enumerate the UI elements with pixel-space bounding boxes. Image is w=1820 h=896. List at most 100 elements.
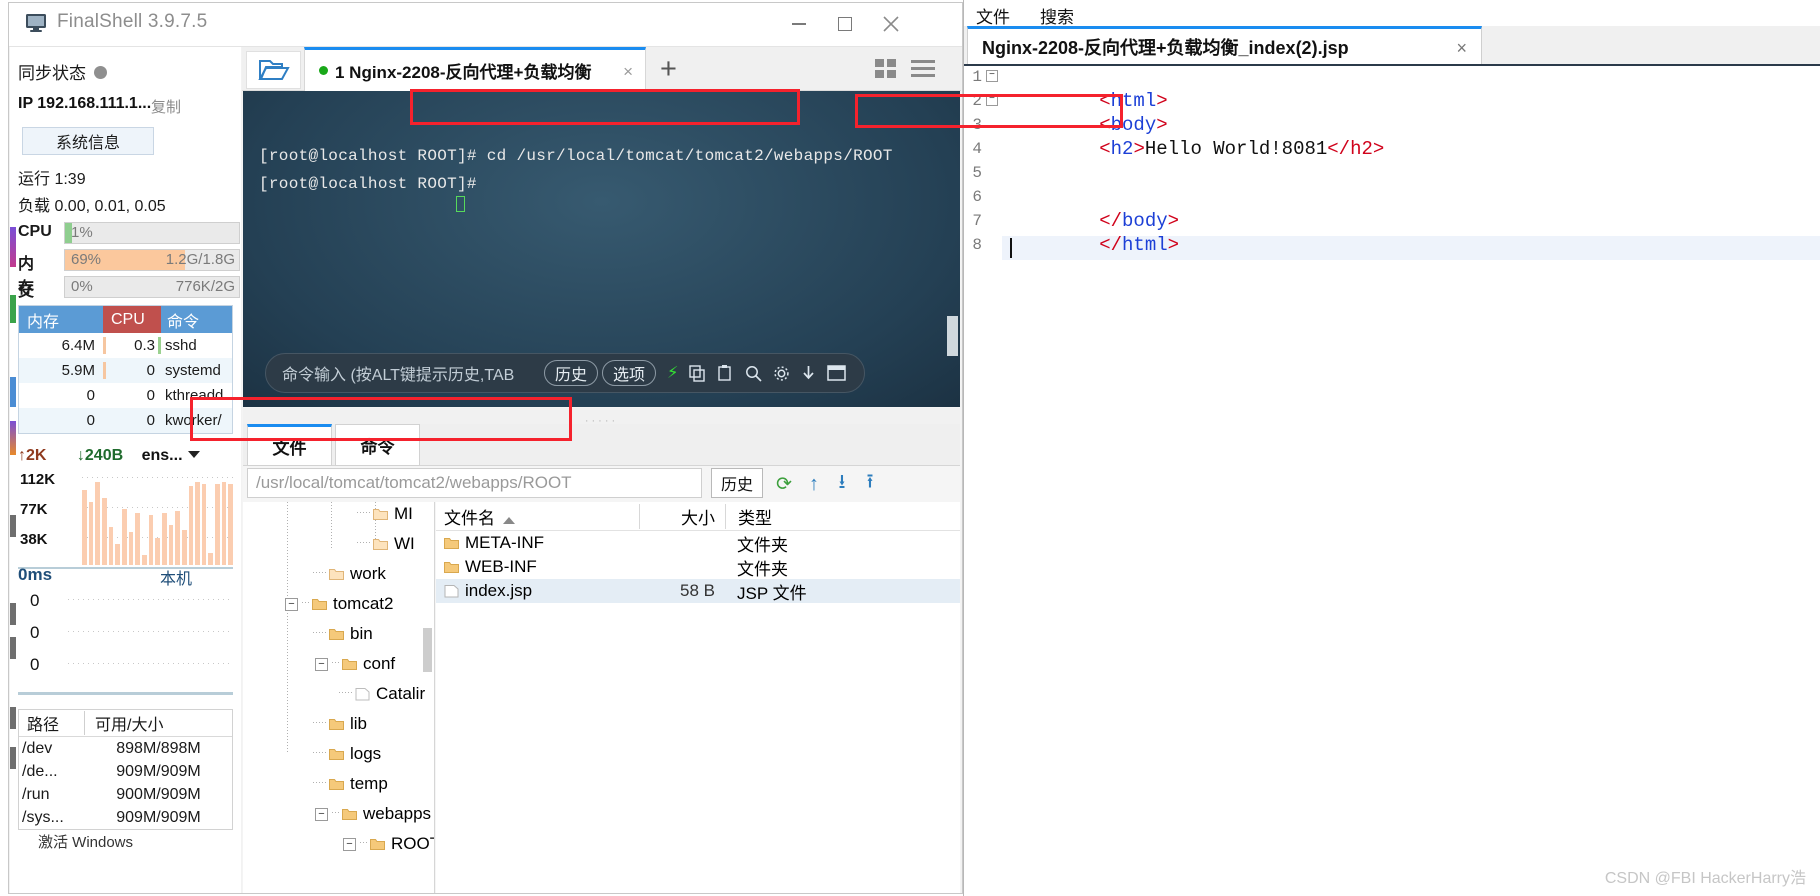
tree-expander[interactable]: − (315, 657, 328, 671)
file-list: 文件名 大小 类型 META-INF 文件夹 WEB-INF 文件夹 index… (436, 502, 960, 893)
tree-node[interactable]: lib (313, 714, 367, 734)
process-col-memory[interactable]: 内存 (19, 306, 103, 333)
upload-arrow-icon[interactable]: ↑ (803, 473, 825, 495)
minimize-button[interactable] (776, 3, 822, 45)
tab-commands[interactable]: 命令 (335, 424, 420, 466)
table-row[interactable]: /run 900M/909M (19, 783, 232, 806)
tree-expander[interactable]: − (285, 597, 298, 611)
uptime-label: 运行 1:39 (18, 171, 86, 188)
tab-files[interactable]: 文件 (247, 424, 332, 466)
list-layout-icon[interactable] (911, 59, 935, 79)
open-folder-button[interactable] (246, 51, 301, 89)
options-chip-button[interactable]: 选项 (602, 360, 657, 386)
tree-node[interactable]: temp (313, 774, 388, 794)
folder-icon (370, 838, 385, 850)
tree-node[interactable]: Catalir (339, 684, 425, 704)
table-row[interactable]: /sys... 909M/909M (19, 806, 232, 829)
tree-node-label: bin (350, 624, 373, 643)
tree-node-label: MI (394, 504, 413, 523)
grid-layout-icon[interactable] (875, 59, 897, 79)
tree-node[interactable]: work (313, 564, 386, 584)
process-memory: 0 (86, 412, 95, 429)
bolt-icon[interactable]: ⚡ (667, 363, 678, 383)
file-col-size[interactable]: 大小 (639, 503, 725, 529)
sync-status-dot (94, 66, 107, 79)
list-item[interactable]: WEB-INF 文件夹 (436, 555, 960, 579)
terminal-scrollbar[interactable] (947, 316, 958, 356)
gear-icon[interactable] (773, 365, 790, 382)
window-icon[interactable] (827, 365, 847, 381)
ping-y-label: 0 (30, 623, 40, 642)
table-row[interactable]: 6.4M 0.3 sshd (19, 333, 232, 358)
menu-file[interactable]: 文件 (976, 3, 1010, 28)
refresh-icon[interactable]: ⟳ (773, 473, 795, 495)
process-col-command[interactable]: 命令 (161, 306, 232, 333)
history-chip-button[interactable]: 历史 (544, 360, 599, 386)
copy-ip-button[interactable]: 复制 (151, 96, 181, 117)
menu-search[interactable]: 搜索 (1040, 3, 1074, 28)
folder-icon (342, 808, 357, 820)
fold-toggle[interactable]: − (986, 94, 998, 106)
new-tab-button[interactable]: + (660, 55, 677, 84)
copy-icon[interactable] (689, 364, 706, 382)
swap-meter-percent: 0% (71, 278, 93, 295)
tree-node[interactable]: logs (313, 744, 381, 764)
terminal-output[interactable]: [root@localhost ROOT]# cd /usr/local/tom… (243, 91, 960, 407)
directory-tree[interactable]: MI WI work − tomcat2 bin − conf Catalir … (243, 502, 435, 893)
file-col-type[interactable]: 类型 (725, 503, 960, 529)
sidebar-edge-accent (10, 603, 16, 625)
tree-scrollbar[interactable] (423, 628, 432, 672)
tree-node[interactable]: MI (357, 504, 413, 524)
tree-node[interactable]: − ROOT (343, 834, 434, 854)
system-info-button[interactable]: 系统信息 (22, 127, 154, 155)
file-col-name[interactable]: 文件名 (436, 504, 639, 529)
file-list-header: 文件名 大小 类型 (436, 502, 960, 531)
download-icon[interactable] (801, 365, 816, 382)
table-row[interactable]: 0 0 kworker/ (19, 408, 232, 433)
line-number: 7 (972, 212, 982, 230)
cpu-meter-percent: 1% (71, 224, 93, 241)
network-bars (82, 469, 234, 565)
table-row[interactable]: /de... 909M/909M (19, 760, 232, 783)
ping-target-label[interactable]: 本机 (160, 565, 192, 589)
close-button[interactable] (868, 3, 914, 45)
command-input-bar[interactable]: 命令输入 (按ALT键提示历史,TAB 历史 选项 ⚡ (265, 353, 865, 393)
list-item[interactable]: META-INF 文件夹 (436, 531, 960, 555)
tree-node[interactable]: − webapps (315, 804, 431, 824)
table-row[interactable]: /dev 898M/898M (19, 737, 232, 760)
panel-splitter[interactable]: ····· (243, 408, 960, 427)
code-line: <h2>Hello World!8081</h2> (1008, 116, 1384, 182)
upload-icon[interactable]: ⭱ (859, 471, 881, 495)
close-icon[interactable]: × (1456, 38, 1467, 59)
paste-icon[interactable] (717, 364, 734, 382)
disk-col-size[interactable]: 可用/大小 (85, 711, 232, 735)
tree-expander[interactable]: − (343, 837, 356, 851)
process-cpu: 0.3 (134, 337, 155, 354)
search-icon[interactable] (745, 365, 763, 382)
editor-tab[interactable]: Nginx-2208-反向代理+负载均衡_index(2).jsp × (967, 26, 1482, 64)
table-row[interactable]: 5.9M 0 systemd (19, 358, 232, 383)
tree-node[interactable]: − tomcat2 (285, 594, 393, 614)
path-input[interactable]: /usr/local/tomcat/tomcat2/webapps/ROOT (247, 468, 702, 498)
process-memory: 6.4M (61, 337, 95, 354)
table-row[interactable]: 0 0 kthreadd (19, 383, 232, 408)
connection-status-dot (319, 66, 328, 75)
terminal-tab[interactable]: 1 Nginx-2208-反向代理+负载均衡 × (304, 47, 646, 91)
folder-icon (312, 598, 327, 610)
close-icon[interactable]: × (623, 62, 633, 82)
list-item[interactable]: index.jsp 58 B JSP 文件 (436, 579, 960, 603)
download-icon[interactable]: ⭳ (831, 471, 853, 495)
fold-toggle[interactable]: − (986, 70, 998, 82)
maximize-button[interactable] (822, 3, 868, 45)
process-col-cpu[interactable]: CPU (103, 306, 161, 333)
command-input[interactable]: 命令输入 (按ALT键提示历史,TAB (282, 361, 540, 385)
code-area[interactable]: 1 2 3 4 5 6 7 8 − − <html> <body> <h2>He… (964, 68, 1820, 896)
chevron-down-icon[interactable] (187, 451, 200, 458)
tree-node[interactable]: WI (357, 534, 415, 554)
disk-col-path[interactable]: 路径 (19, 711, 85, 735)
tree-node[interactable]: bin (313, 624, 373, 644)
tree-node[interactable]: − conf (315, 654, 395, 674)
tree-expander[interactable]: − (315, 807, 328, 821)
path-history-button[interactable]: 历史 (711, 468, 763, 498)
network-interface-label[interactable]: ens... (142, 447, 183, 464)
